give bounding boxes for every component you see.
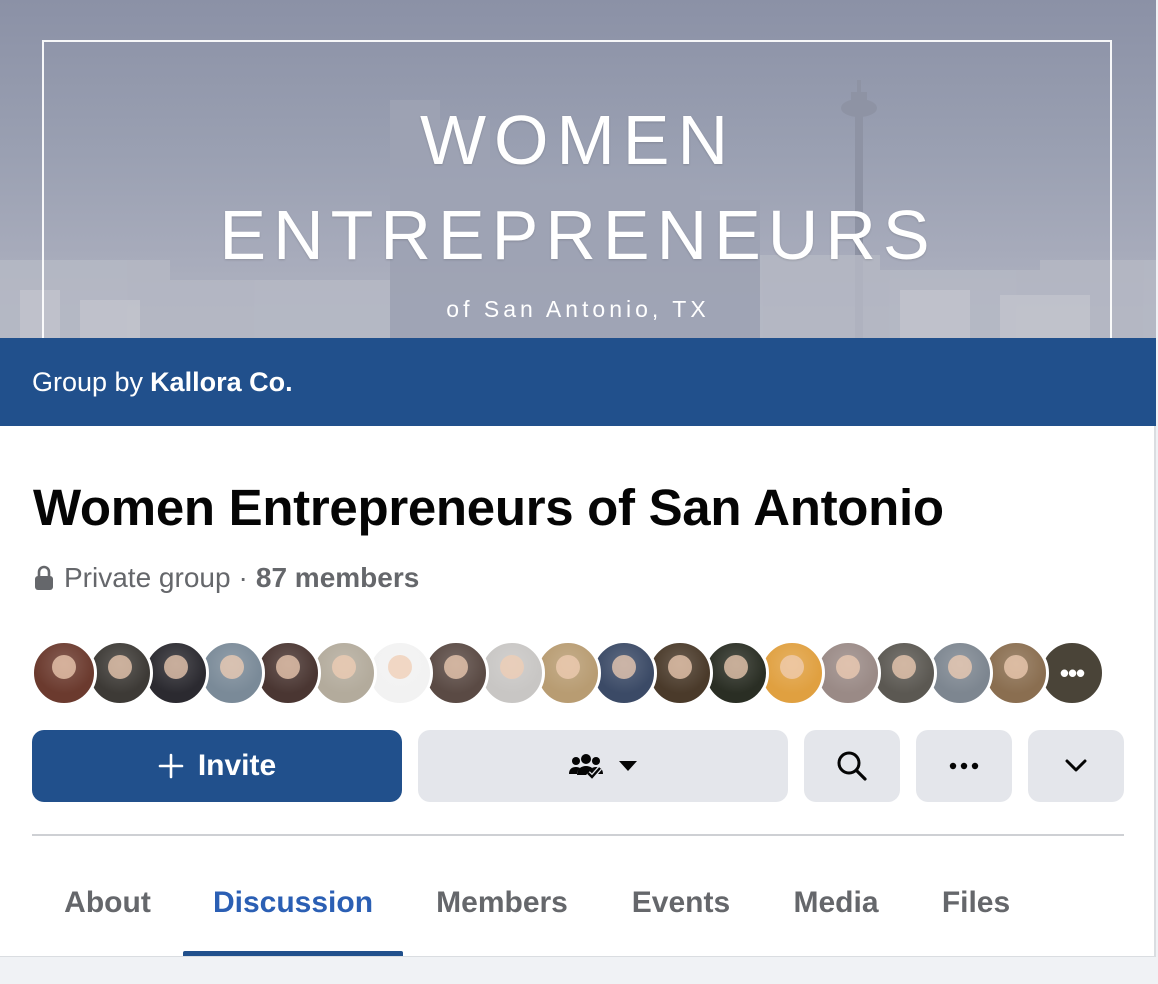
member-avatars: ••• (31, 640, 1105, 708)
group-owner-link[interactable]: Kallora Co. (150, 367, 293, 398)
cover-title-women: WOMEN (419, 101, 737, 179)
group-by-banner: Group by Kallora Co. (0, 338, 1156, 426)
tab-files[interactable]: Files (911, 850, 1041, 956)
tab-members[interactable]: Members (403, 850, 601, 956)
group-members-icon (569, 754, 603, 781)
tab-events[interactable]: Events (601, 850, 761, 956)
more-dots-icon (949, 762, 979, 770)
members-count-link[interactable]: 87 members (256, 562, 419, 594)
tab-discussion[interactable]: Discussion (183, 850, 403, 956)
collapse-button[interactable] (1028, 730, 1124, 802)
group-by-prefix: Group by (32, 366, 144, 397)
group-meta: Private group · 87 members (34, 562, 419, 594)
joined-group-button[interactable] (418, 730, 788, 802)
invite-label: Invite (197, 749, 277, 782)
search-icon (837, 751, 867, 781)
group-title: Women Entrepreneurs of San Antonio (33, 479, 944, 536)
cover-title-entrepreneurs: ENTREPRENEURS (219, 196, 937, 274)
chevron-down-icon (1065, 759, 1087, 772)
meta-separator: · (238, 562, 248, 593)
caret-down-icon (619, 761, 637, 771)
group-tabs: About Discussion Members Events Media Fi… (32, 850, 1041, 956)
tab-media[interactable]: Media (761, 850, 911, 956)
invite-button[interactable]: Invite (32, 730, 402, 802)
plus-icon (158, 753, 184, 779)
group-page: WOMEN ENTREPRENEURS of San Antonio, TX G… (0, 0, 1156, 984)
lock-icon (35, 565, 53, 590)
more-dots-icon: ••• (1059, 658, 1085, 688)
search-group-button[interactable] (804, 730, 900, 802)
tab-about[interactable]: About (32, 850, 183, 956)
member-avatar[interactable] (31, 640, 97, 706)
cover-subtitle: of San Antonio, TX (446, 296, 710, 322)
more-options-button[interactable] (916, 730, 1012, 802)
feed-background (0, 956, 1156, 984)
cover-photo[interactable]: WOMEN ENTREPRENEURS of San Antonio, TX (0, 0, 1156, 340)
privacy-label: Private group (64, 562, 231, 593)
header-divider (32, 834, 1124, 836)
